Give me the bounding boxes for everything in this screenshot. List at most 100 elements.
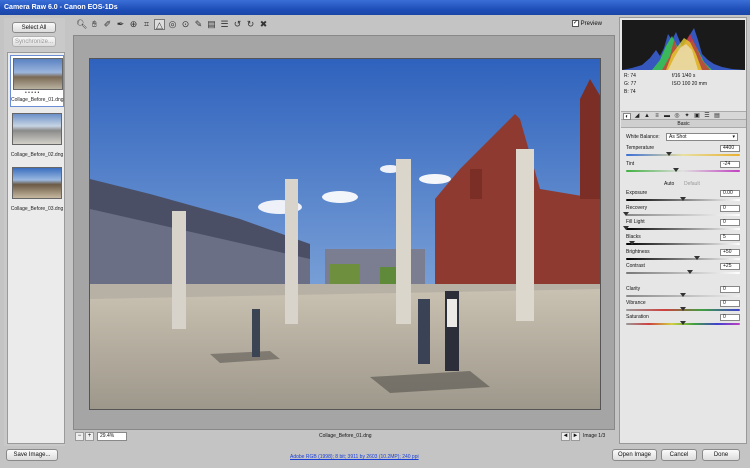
- slider-value-field[interactable]: 0: [720, 219, 740, 226]
- filmstrip: Select All Synchronize... • • • • • Coll…: [4, 18, 65, 446]
- slider-handle[interactable]: [680, 307, 686, 311]
- current-filename: Collage_Before_01.dng: [319, 433, 372, 439]
- image-counter: Image 1/3: [583, 433, 606, 439]
- slider-handle[interactable]: [693, 256, 700, 260]
- slider-handle[interactable]: [680, 293, 686, 297]
- slider-handle[interactable]: [628, 241, 635, 245]
- slider-label: Exposure: [626, 190, 648, 196]
- tab-split-toning[interactable]: ▬: [663, 113, 671, 120]
- tab-camera-calibration[interactable]: ▣: [693, 113, 701, 120]
- slider-value-field[interactable]: 0: [720, 314, 740, 321]
- open-image-button[interactable]: Open Image: [612, 449, 657, 461]
- slider-value-field[interactable]: 0: [720, 205, 740, 212]
- tab-hsl[interactable]: ≡: [653, 113, 661, 120]
- slider-track[interactable]: [626, 272, 740, 274]
- chevron-down-icon: ▾: [732, 134, 735, 140]
- rotate-cw-icon[interactable]: ↻: [245, 19, 256, 30]
- slider-track[interactable]: [626, 243, 740, 245]
- straighten-icon[interactable]: △: [154, 19, 165, 30]
- slider-label: Brightness: [626, 249, 650, 255]
- slider-label: Tint: [626, 161, 635, 167]
- adjust-brush-icon[interactable]: ✎: [193, 19, 204, 30]
- tab-detail[interactable]: ▲: [643, 113, 651, 120]
- preview-label: Preview: [580, 21, 603, 28]
- done-button[interactable]: Done: [702, 449, 740, 461]
- redeye-icon[interactable]: ◎: [167, 19, 178, 30]
- prev-image-button[interactable]: ◄: [561, 432, 570, 441]
- thumbnail-image: [13, 58, 63, 90]
- hand-icon[interactable]: ✋︎: [89, 19, 100, 30]
- rotate-ccw-icon[interactable]: ↺: [232, 19, 243, 30]
- trash-icon[interactable]: ✖: [258, 19, 269, 30]
- eyedropper-icon[interactable]: ✐: [102, 19, 113, 30]
- slider-value-field[interactable]: +25: [720, 263, 740, 270]
- thumbnail-meta: [10, 199, 64, 206]
- slider-handle[interactable]: [680, 321, 686, 325]
- thumbnail-item[interactable]: Collage_Before_03.dng: [10, 165, 64, 213]
- panel-title: Basic: [621, 120, 746, 128]
- slider-handle[interactable]: [673, 168, 680, 172]
- histogram: [622, 20, 745, 70]
- adjustment-panel: R: 74 G: 77 B: 74 f/16 1/40 s ISO 100 20…: [619, 17, 747, 444]
- thumbnail-item[interactable]: • • • • • Collage_Before_01.dng: [10, 55, 64, 107]
- slider-track[interactable]: [626, 170, 740, 172]
- slider-value-field[interactable]: 0.00: [720, 190, 740, 197]
- synchronize-button[interactable]: Synchronize...: [12, 36, 56, 47]
- image-canvas[interactable]: [73, 35, 615, 430]
- bottom-bar: Save Image... Adobe RGB (1998); 8 bit; 3…: [0, 446, 750, 468]
- white-balance: White Balance: As Shot ▾: [626, 133, 740, 141]
- slider-label: Clarity: [626, 286, 641, 292]
- slider-handle[interactable]: [623, 212, 629, 216]
- slider-value-field[interactable]: 0: [720, 286, 740, 293]
- default-link[interactable]: Default: [684, 181, 700, 187]
- crop-icon[interactable]: ⌗: [141, 19, 152, 30]
- slider-value-field[interactable]: -24: [720, 161, 740, 168]
- slider-track[interactable]: [626, 258, 740, 260]
- cancel-button[interactable]: Cancel: [661, 449, 697, 461]
- slider-track[interactable]: [626, 228, 740, 230]
- slider-handle[interactable]: [680, 197, 686, 201]
- slider-handle[interactable]: [623, 226, 629, 230]
- rgb-r: R: 74: [624, 73, 636, 79]
- thumbnail-item[interactable]: Collage_Before_02.dng: [10, 111, 64, 159]
- slider-value-field[interactable]: 4400: [720, 145, 740, 152]
- tab-lens[interactable]: ◎: [673, 113, 681, 120]
- slider-label: Recovery: [626, 205, 648, 211]
- slider-value-field[interactable]: 0: [720, 300, 740, 307]
- tab-effects[interactable]: ✦: [683, 113, 691, 120]
- thumbnail-filename: Collage_Before_02.dng: [10, 152, 64, 158]
- zoom-level[interactable]: 29.4%: [97, 432, 127, 441]
- zoom-icon[interactable]: 🔍︎: [76, 19, 87, 30]
- auto-link[interactable]: Auto: [664, 181, 674, 187]
- slider-handle[interactable]: [666, 152, 673, 156]
- iso-focal-info: ISO 100 20 mm: [672, 81, 708, 87]
- color-sampler-icon[interactable]: ✒: [115, 19, 126, 30]
- tab-basic[interactable]: ◐: [623, 113, 631, 120]
- zoom-in-button[interactable]: +: [85, 432, 94, 441]
- select-all-button[interactable]: Select All: [12, 22, 56, 33]
- next-image-button[interactable]: ►: [571, 432, 580, 441]
- tab-snapshots[interactable]: ▤: [713, 113, 721, 120]
- slider-value-field[interactable]: 5: [720, 234, 740, 241]
- slider-track[interactable]: [626, 214, 740, 216]
- canvas-status-bar: − + 29.4% Collage_Before_01.dng ◄ ► Imag…: [73, 431, 615, 442]
- preferences-icon[interactable]: ☰: [219, 19, 230, 30]
- tab-tone-curve[interactable]: ◢: [633, 113, 641, 120]
- thumbnail-rating[interactable]: • • • • •: [11, 90, 63, 97]
- target-adjust-icon[interactable]: ⊕: [128, 19, 139, 30]
- toolbar: 🔍︎ ✋︎ ✐ ✒ ⊕ ⌗ △ ◎ ⊙ ✎ ▤ ☰ ↺ ↻ ✖ ✓ Previe…: [70, 17, 618, 33]
- zoom-out-button[interactable]: −: [75, 432, 84, 441]
- tab-presets[interactable]: ☰: [703, 113, 711, 120]
- spot-removal-icon[interactable]: ⊙: [180, 19, 191, 30]
- save-image-button[interactable]: Save Image...: [6, 449, 58, 461]
- slider-label: Blacks: [626, 234, 641, 240]
- slider-handle[interactable]: [686, 270, 693, 274]
- preview-checkbox[interactable]: ✓: [572, 20, 579, 27]
- slider-value-field[interactable]: +50: [720, 249, 740, 256]
- preview-toggle[interactable]: ✓ Preview: [572, 20, 602, 29]
- white-balance-select[interactable]: As Shot ▾: [666, 133, 738, 141]
- workflow-options-link[interactable]: Adobe RGB (1998); 8 bit; 3911 by 2603 (1…: [290, 454, 419, 460]
- slider-track[interactable]: [626, 154, 740, 156]
- graduated-filter-icon[interactable]: ▤: [206, 19, 217, 30]
- rgb-b: B: 74: [624, 89, 636, 95]
